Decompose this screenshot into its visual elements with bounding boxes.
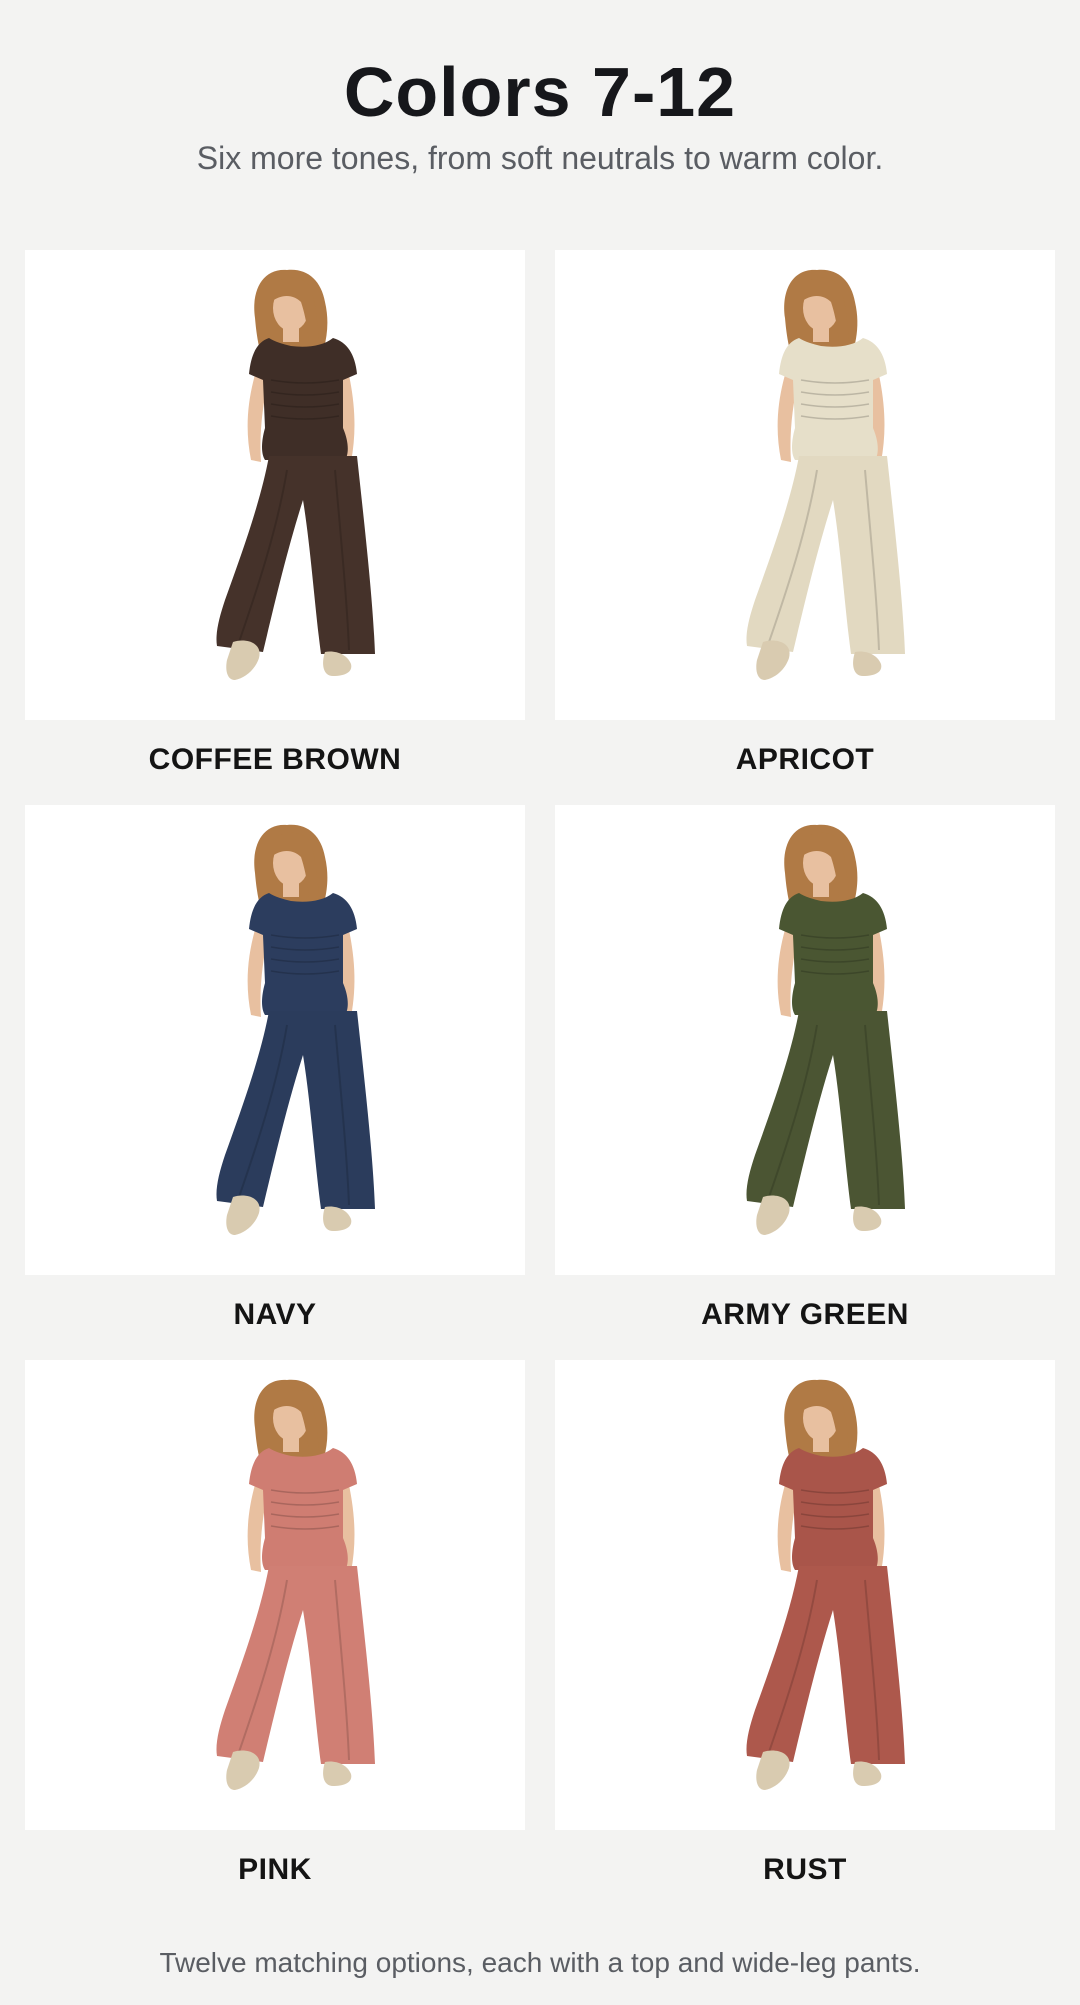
color-card[interactable]: ARMY GREEN	[555, 805, 1055, 1360]
product-photo	[555, 805, 1055, 1275]
color-card[interactable]: PINK	[25, 1360, 525, 1915]
model-figure	[216, 269, 375, 680]
model-figure	[746, 269, 905, 680]
model-figure	[216, 824, 375, 1235]
color-label: PINK	[238, 1853, 312, 1886]
color-card[interactable]: COFFEE BROWN	[25, 250, 525, 805]
color-card[interactable]: NAVY	[25, 805, 525, 1360]
footer-note: Twelve matching options, each with a top…	[159, 1947, 921, 1978]
color-label: APRICOT	[735, 743, 875, 776]
product-photo	[555, 250, 1055, 720]
page-subtitle: Six more tones, from soft neutrals to wa…	[196, 140, 884, 176]
product-photo	[25, 805, 525, 1275]
model-figure	[746, 824, 905, 1235]
color-card[interactable]: RUST	[555, 1360, 1055, 1915]
product-photo	[25, 250, 525, 720]
color-label: RUST	[763, 1853, 847, 1886]
color-label: COFFEE BROWN	[148, 743, 402, 776]
color-grid: COFFEE BROWN APRICOT NAVY ARMY GREEN PIN…	[25, 250, 1056, 1915]
model-figure	[746, 1379, 905, 1790]
page-title: Colors 7-12	[343, 53, 737, 131]
product-photo	[555, 1360, 1055, 1830]
color-label: NAVY	[233, 1298, 317, 1331]
product-photo	[25, 1360, 525, 1830]
color-card[interactable]: APRICOT	[555, 250, 1055, 805]
model-figure	[216, 1379, 375, 1790]
color-label: ARMY GREEN	[701, 1298, 909, 1331]
